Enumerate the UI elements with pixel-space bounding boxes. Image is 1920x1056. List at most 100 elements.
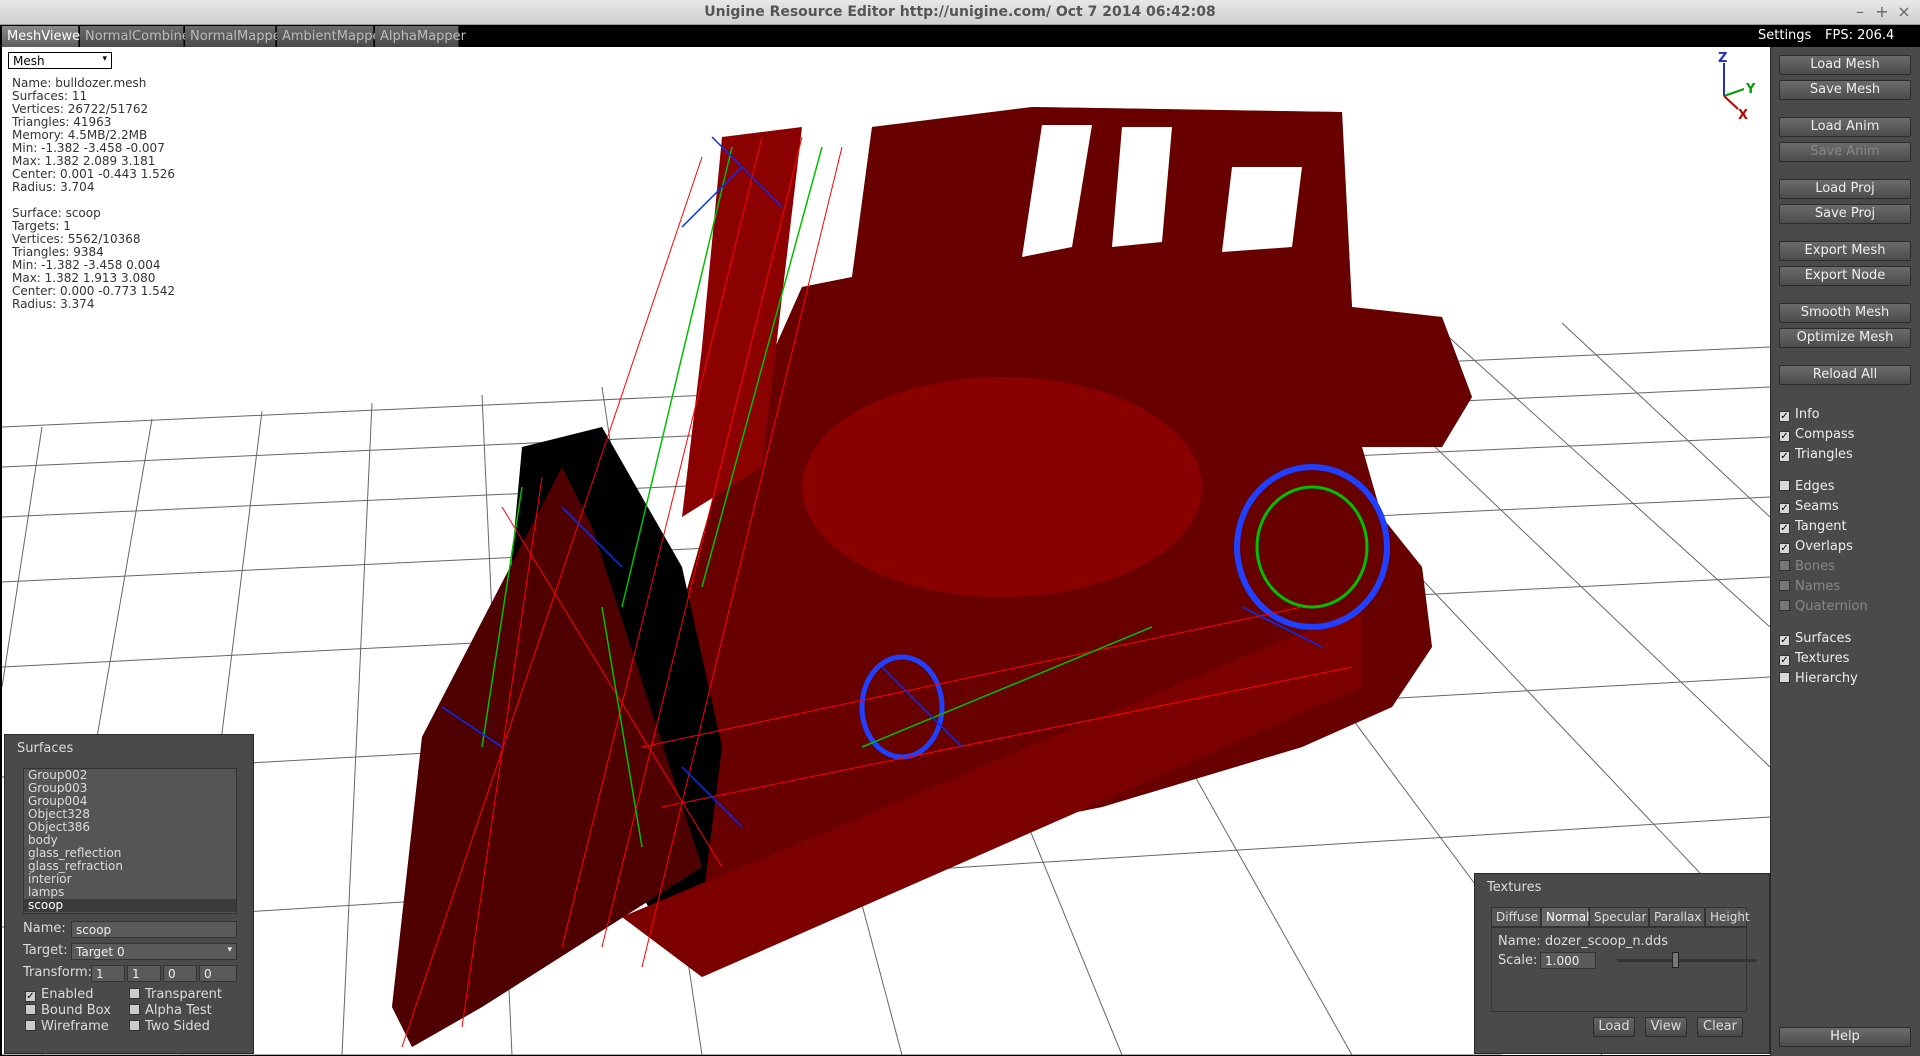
scale-slider-handle[interactable] — [1672, 952, 1679, 968]
hierarchy-label: Hierarchy — [1795, 671, 1858, 686]
bones-label: Bones — [1795, 559, 1835, 574]
checkbox-icon — [129, 988, 140, 999]
two-sided-checkbox[interactable]: Two Sided — [129, 1019, 210, 1034]
seams-checkbox[interactable]: ✓ Seams — [1779, 499, 1839, 514]
checkbox-checked-icon: ✓ — [1779, 431, 1790, 442]
export-mesh-button[interactable]: Export Mesh — [1779, 241, 1911, 261]
right-sidebar: Load Mesh Save Mesh Load Anim Save Anim … — [1770, 47, 1920, 1056]
tab-meshviewer[interactable]: MeshViewer — [2, 26, 85, 47]
tab-parallax[interactable]: Parallax — [1649, 907, 1705, 927]
close-icon[interactable]: × — [1894, 2, 1914, 21]
tab-normalmapper[interactable]: NormalMapper — [185, 26, 286, 47]
edges-checkbox[interactable]: Edges — [1779, 479, 1835, 494]
enabled-checkbox[interactable]: ✓ Enabled — [25, 987, 94, 1002]
transform-field[interactable]: 1 — [91, 965, 125, 982]
surfaces-panel: Surfaces Group002 Group003 Group004 Obje… — [4, 734, 254, 1054]
surfaces-panel-title: Surfaces — [17, 741, 74, 756]
checkbox-icon — [1779, 580, 1790, 591]
checkbox-checked-icon: ✓ — [1779, 503, 1790, 514]
tab-alphamapper[interactable]: AlphaMapper — [375, 26, 466, 47]
window-title: Unigine Resource Editor http://unigine.c… — [704, 4, 1216, 20]
tab-normal[interactable]: Normal — [1541, 907, 1589, 927]
transform-label: Transform: — [23, 965, 93, 980]
tab-ambientmapper[interactable]: AmbientMapper — [277, 26, 386, 47]
transform-field[interactable]: 0 — [199, 965, 237, 982]
target-select[interactable]: Target 0 ▾ — [71, 943, 237, 960]
scale-slider-track[interactable] — [1617, 959, 1757, 962]
enabled-label: Enabled — [41, 987, 94, 1002]
surface-name-field[interactable]: scoop — [71, 921, 237, 938]
compass-x-label: X — [1738, 108, 1748, 121]
compass-y-label: Y — [1745, 82, 1756, 97]
load-mesh-button[interactable]: Load Mesh — [1779, 55, 1911, 75]
seams-label: Seams — [1795, 499, 1839, 514]
two-sided-label: Two Sided — [145, 1019, 210, 1034]
textures-panel: Textures Diffuse Normal Specular Paralla… — [1474, 873, 1770, 1054]
bones-checkbox: Bones — [1779, 559, 1835, 574]
view-mode-value: Mesh — [13, 54, 45, 68]
textures-label: Textures — [1795, 651, 1850, 666]
export-node-button[interactable]: Export Node — [1779, 266, 1911, 286]
view-mode-select[interactable]: Mesh ▾ — [8, 52, 112, 69]
quaternion-label: Quaternion — [1795, 599, 1868, 614]
info-line: Radius: 3.374 — [12, 297, 95, 311]
chevron-down-icon: ▾ — [227, 945, 232, 955]
surfaces-label: Surfaces — [1795, 631, 1852, 646]
bound-box-checkbox[interactable]: Bound Box — [25, 1003, 111, 1018]
checkbox-icon — [1779, 480, 1790, 491]
save-mesh-button[interactable]: Save Mesh — [1779, 80, 1911, 100]
maximize-icon[interactable]: + — [1872, 2, 1892, 21]
textures-panel-title: Textures — [1487, 880, 1542, 895]
tab-diffuse[interactable]: Diffuse — [1491, 907, 1541, 927]
settings-link[interactable]: Settings — [1758, 28, 1811, 43]
info-checkbox[interactable]: ✓ Info — [1779, 407, 1820, 422]
checkbox-icon — [25, 1020, 36, 1031]
load-proj-button[interactable]: Load Proj — [1779, 179, 1911, 199]
tab-specular[interactable]: Specular — [1589, 907, 1649, 927]
minimize-icon[interactable]: – — [1850, 2, 1870, 21]
checkbox-icon — [1779, 672, 1790, 683]
transparent-checkbox[interactable]: Transparent — [129, 987, 222, 1002]
surfaces-checkbox[interactable]: ✓ Surfaces — [1779, 631, 1851, 646]
checkbox-checked-icon: ✓ — [1779, 635, 1790, 646]
checkbox-checked-icon: ✓ — [1779, 411, 1790, 422]
tab-height[interactable]: Height — [1705, 907, 1750, 927]
overlaps-checkbox[interactable]: ✓ Overlaps — [1779, 539, 1853, 554]
help-button[interactable]: Help — [1779, 1027, 1911, 1047]
triangles-checkbox[interactable]: ✓ Triangles — [1779, 447, 1853, 462]
list-item-selected[interactable]: scoop — [24, 899, 236, 912]
save-proj-button[interactable]: Save Proj — [1779, 204, 1911, 224]
bound-box-label: Bound Box — [41, 1003, 111, 1018]
compass-checkbox[interactable]: ✓ Compass — [1779, 427, 1854, 442]
info-line: Radius: 3.704 — [12, 180, 95, 194]
checkbox-icon — [25, 1004, 36, 1015]
checkbox-checked-icon: ✓ — [1779, 655, 1790, 666]
view-texture-button[interactable]: View — [1645, 1017, 1687, 1037]
clear-texture-button[interactable]: Clear — [1697, 1017, 1743, 1037]
load-anim-button[interactable]: Load Anim — [1779, 117, 1911, 137]
wireframe-checkbox[interactable]: Wireframe — [25, 1019, 109, 1034]
alpha-test-checkbox[interactable]: Alpha Test — [129, 1003, 212, 1018]
reload-all-button[interactable]: Reload All — [1779, 365, 1911, 385]
tangent-checkbox[interactable]: ✓ Tangent — [1779, 519, 1847, 534]
checkbox-icon — [129, 1004, 140, 1015]
textures-checkbox[interactable]: ✓ Textures — [1779, 651, 1849, 666]
scale-field[interactable]: 1.000 — [1540, 952, 1596, 969]
info-label: Info — [1795, 407, 1820, 422]
load-texture-button[interactable]: Load — [1593, 1017, 1635, 1037]
compass-label: Compass — [1795, 427, 1855, 442]
hierarchy-checkbox[interactable]: Hierarchy — [1779, 671, 1858, 686]
fps-readout: FPS: 206.4 — [1825, 28, 1895, 43]
surfaces-list[interactable]: Group002 Group003 Group004 Object328 Obj… — [23, 768, 237, 914]
names-label: Names — [1795, 579, 1841, 594]
axis-compass-icon: Z Y X — [1718, 51, 1756, 121]
wireframe-label: Wireframe — [41, 1019, 109, 1034]
scale-label: Scale: — [1498, 953, 1538, 968]
transform-field[interactable]: 1 — [127, 965, 161, 982]
tab-normalcombiner[interactable]: NormalCombiner — [80, 26, 195, 47]
checkbox-checked-icon: ✓ — [1779, 451, 1790, 462]
transform-field[interactable]: 0 — [163, 965, 197, 982]
names-checkbox: Names — [1779, 579, 1840, 594]
smooth-mesh-button[interactable]: Smooth Mesh — [1779, 303, 1911, 323]
optimize-mesh-button[interactable]: Optimize Mesh — [1779, 328, 1911, 348]
